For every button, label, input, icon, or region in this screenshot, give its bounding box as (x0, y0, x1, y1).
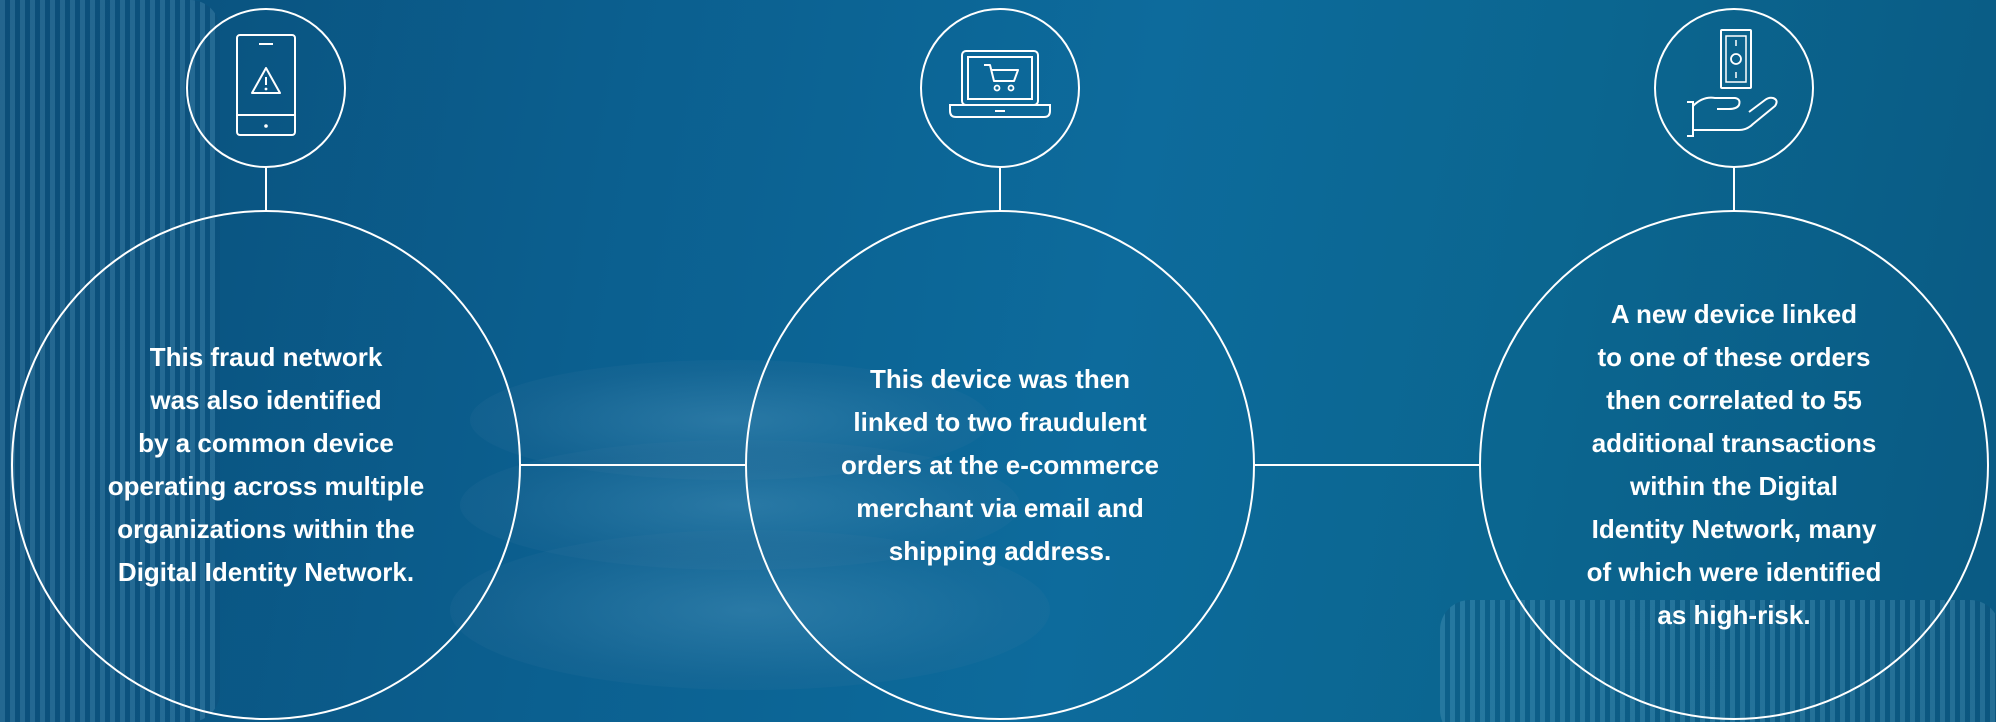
node-text-3: A new device linked to one of these orde… (1586, 299, 1882, 630)
mobile-alert-icon (231, 31, 301, 146)
icon-circle-3 (1654, 8, 1814, 168)
hand-money-icon (1679, 26, 1789, 151)
node-text-1: This fraud network was also identified b… (107, 342, 425, 587)
fraud-network-diagram: This fraud network was also identified b… (0, 0, 1996, 722)
node-text-2: This device was then linked to two fraud… (841, 363, 1159, 566)
node-circle-1: This fraud network was also identified b… (11, 210, 521, 720)
node-circle-2: This device was then linked to two fraud… (745, 210, 1255, 720)
node-circle-3: A new device linked to one of these orde… (1479, 210, 1989, 720)
icon-circle-2 (920, 8, 1080, 168)
icon-circle-1 (186, 8, 346, 168)
laptop-cart-icon (940, 41, 1060, 136)
